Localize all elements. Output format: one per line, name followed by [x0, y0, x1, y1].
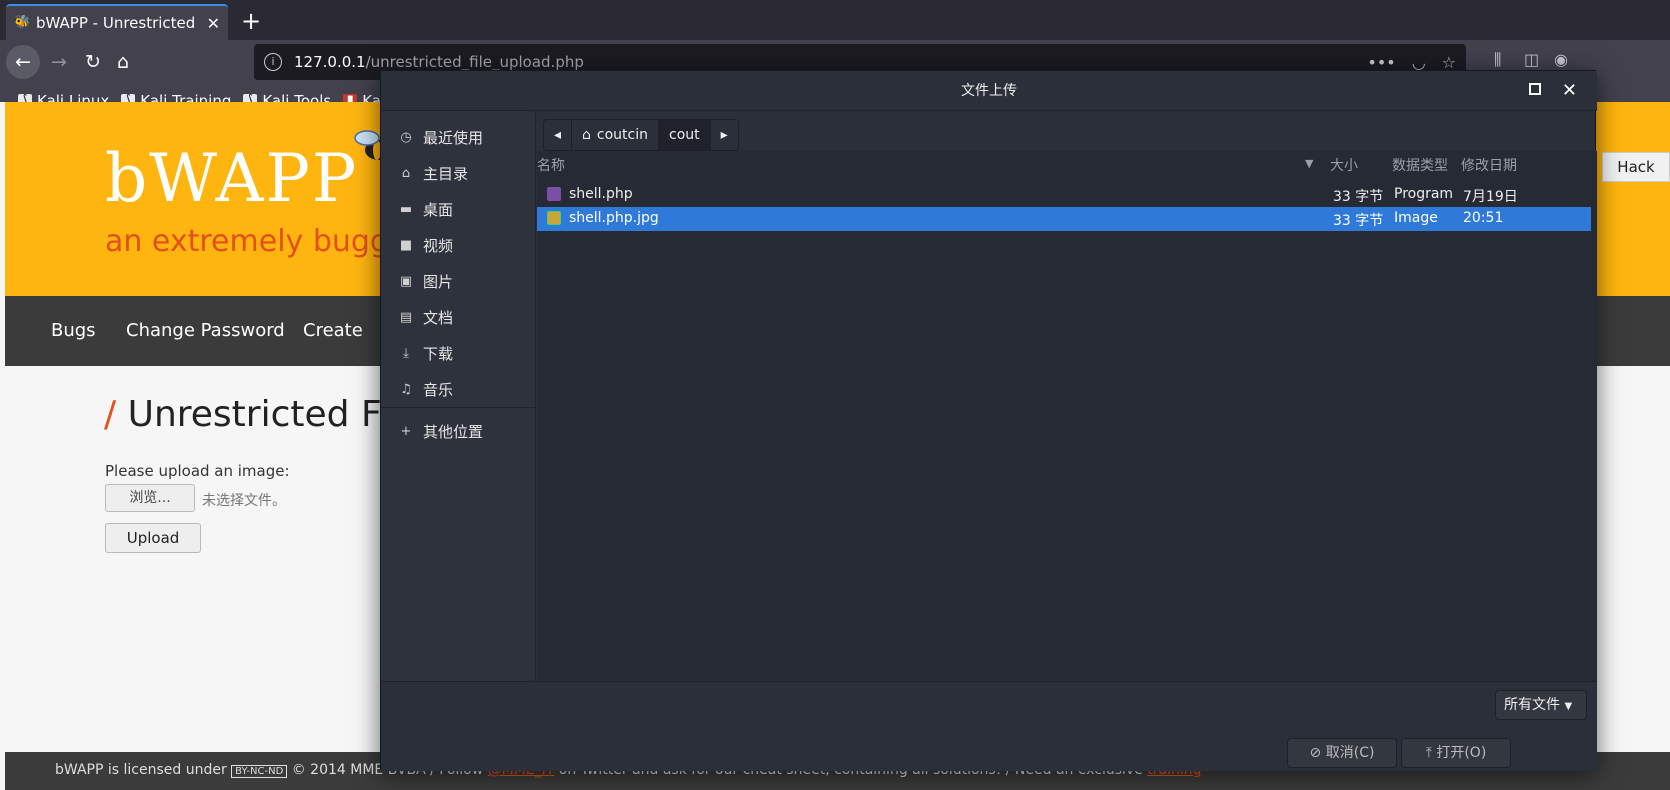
video-icon: ■ — [399, 237, 413, 253]
menu-item-change-password[interactable]: Change Password — [126, 320, 285, 341]
file-row-selected[interactable]: shell.php.jpg 33 字节 Image 20:51 — [537, 207, 1591, 231]
cc-license-badge[interactable]: BY-NC-ND — [231, 765, 288, 778]
column-modified[interactable]: 修改日期 — [1461, 155, 1517, 175]
path-back-icon[interactable]: ◂ — [544, 120, 573, 150]
site-info-icon[interactable]: i — [264, 53, 282, 71]
download-icon: ⤓ — [403, 345, 409, 361]
path-segment-current[interactable]: cout — [659, 120, 711, 150]
sidebar-item-desktop[interactable]: ▬ 桌面 — [399, 197, 453, 221]
forward-icon[interactable]: → — [42, 45, 76, 79]
sidebar-item-other-locations[interactable]: + 其他位置 — [399, 419, 483, 443]
sidebar-divider — [381, 407, 536, 408]
document-icon: ▤ — [399, 309, 413, 325]
image-file-icon — [547, 211, 561, 225]
more-icon[interactable]: ••• — [1367, 53, 1395, 72]
upload-label: Please upload an image: — [105, 462, 290, 480]
menu-item-bugs[interactable]: Bugs — [51, 320, 96, 341]
file-row[interactable]: shell.php 33 字节 Program 7月19日 — [537, 183, 1591, 207]
sort-down-icon[interactable]: ▼ — [1305, 157, 1313, 170]
maximize-icon[interactable] — [1529, 83, 1541, 95]
bee-favicon-icon: 🐝 — [14, 15, 31, 30]
pocket-icon[interactable]: ◡ — [1412, 53, 1426, 72]
file-upload-dialog: 文件上传 ✕ ◷ 最近使用 ⌂ 主目录 ▬ 桌面 ■ 视频 ▣ 图片 ▤ 文档 ⤓ 下载 ♫ 音… — [380, 70, 1597, 771]
library-icon[interactable]: ⫼ — [1494, 50, 1501, 70]
url-host: 127.0.0.1 — [294, 53, 366, 71]
dialog-footer: 所有文件 ▼ ⊘ 取消(C) ⤒ 打开(O) — [381, 681, 1597, 771]
bwapp-logo: bWAPP — [105, 140, 359, 217]
file-list-header: 名称 ▼ 大小 数据类型 修改日期 — [537, 151, 1597, 177]
close-icon[interactable]: ✕ — [1562, 77, 1577, 105]
sidebar-item-home[interactable]: ⌂ 主目录 — [399, 161, 468, 185]
clock-icon: ◷ — [400, 129, 412, 145]
hack-button[interactable]: Hack — [1602, 152, 1670, 182]
tab-close-icon[interactable]: ✕ — [207, 14, 220, 33]
sidebar-item-videos[interactable]: ■ 视频 — [399, 233, 453, 257]
music-icon: ♫ — [400, 381, 412, 397]
back-icon[interactable]: ← — [6, 45, 40, 79]
sidebar-item-documents[interactable]: ▤ 文档 — [399, 305, 453, 329]
file-type-filter[interactable]: 所有文件 ▼ — [1495, 690, 1587, 720]
desktop-icon: ▬ — [399, 201, 413, 217]
column-type[interactable]: 数据类型 — [1392, 155, 1448, 175]
column-size[interactable]: 大小 — [1330, 155, 1358, 175]
page-title: / Unrestricted F — [104, 394, 382, 435]
path-forward-icon[interactable]: ▸ — [710, 120, 738, 150]
sidebar-toggle-icon[interactable]: ◫ — [1524, 50, 1539, 69]
reload-icon[interactable]: ↻ — [76, 45, 110, 79]
chevron-down-icon: ▼ — [1564, 701, 1573, 712]
sidebar-item-recent[interactable]: ◷ 最近使用 — [399, 125, 483, 149]
cancel-button[interactable]: ⊘ 取消(C) — [1287, 738, 1397, 768]
menu-item-create[interactable]: Create — [303, 320, 363, 341]
account-icon[interactable]: ◉ — [1554, 50, 1568, 69]
sidebar-item-pictures[interactable]: ▣ 图片 — [399, 269, 453, 293]
picture-icon: ▣ — [399, 273, 413, 289]
bookmark-star-icon[interactable]: ☆ — [1442, 53, 1456, 72]
url-path: /unrestricted_file_upload.php — [365, 53, 584, 71]
tagline: an extremely buggy — [105, 224, 407, 259]
tab-title: bWAPP - Unrestricted Fi — [36, 14, 199, 32]
sidebar-item-downloads[interactable]: ⤓ 下载 — [399, 341, 453, 365]
plus-icon: + — [400, 423, 412, 439]
path-bar: ◂ ⌂ coutcin cout ▸ — [543, 119, 739, 151]
no-file-selected-text: 未选择文件。 — [202, 493, 286, 509]
home-icon: ⌂ — [401, 165, 411, 181]
column-name[interactable]: 名称 — [537, 155, 565, 175]
tab-bar: 🐝 bWAPP - Unrestricted Fi ✕ + — [0, 0, 1670, 40]
open-button[interactable]: ⤒ 打开(O) — [1401, 738, 1511, 768]
file-list: 名称 ▼ 大小 数据类型 修改日期 shell.php 33 字节 Progra… — [537, 151, 1597, 681]
cancel-icon: ⊘ — [1309, 745, 1322, 761]
dialog-title: 文件上传 — [381, 71, 1597, 111]
browser-tab[interactable]: 🐝 bWAPP - Unrestricted Fi ✕ — [6, 4, 228, 40]
places-sidebar: ◷ 最近使用 ⌂ 主目录 ▬ 桌面 ■ 视频 ▣ 图片 ▤ 文档 ⤓ 下载 ♫ 音乐 + 其他位置 — [381, 111, 536, 681]
php-file-icon — [547, 187, 561, 201]
path-segment-home[interactable]: ⌂ coutcin — [572, 120, 660, 150]
sidebar-item-music[interactable]: ♫ 音乐 — [399, 377, 453, 401]
home-icon: ⌂ — [582, 127, 591, 143]
browse-button[interactable]: 浏览... — [105, 484, 195, 512]
home-icon[interactable]: ⌂ — [106, 45, 140, 79]
upload-button[interactable]: Upload — [105, 523, 201, 553]
upload-icon: ⤒ — [1425, 745, 1432, 761]
new-tab-icon[interactable]: + — [236, 6, 266, 36]
